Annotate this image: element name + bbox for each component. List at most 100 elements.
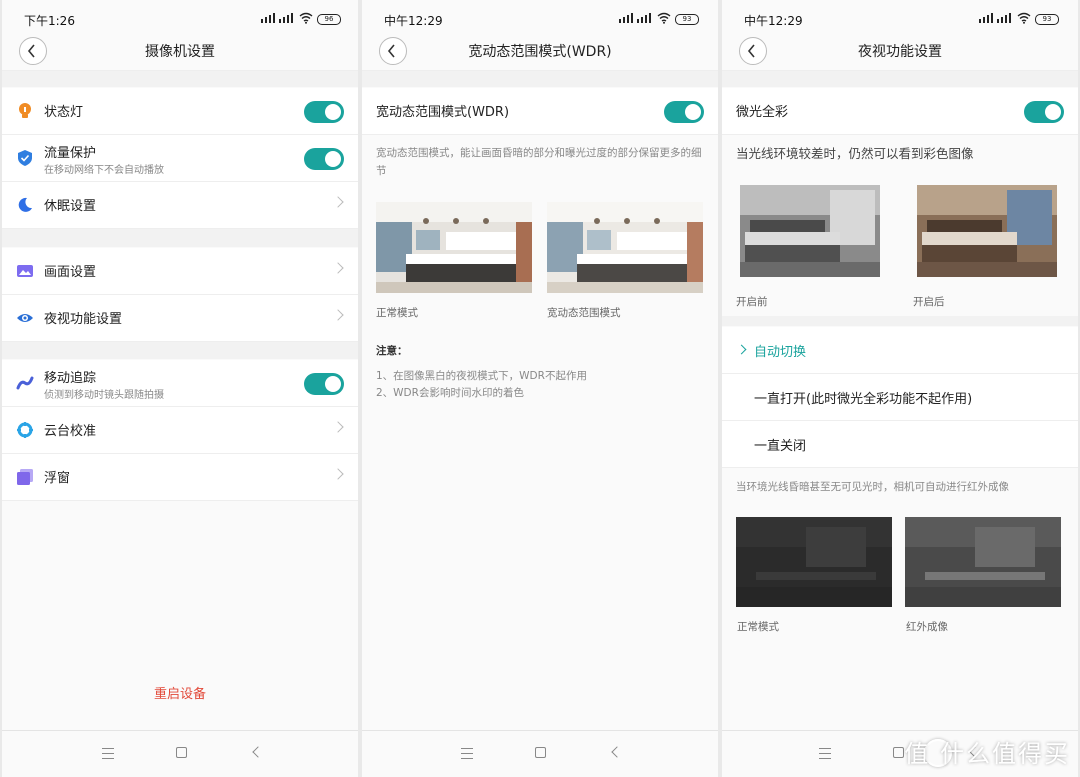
section-gap xyxy=(2,342,358,359)
section-gap xyxy=(2,229,358,247)
nav-back-icon[interactable] xyxy=(611,746,623,758)
image-caption: 宽动态范围模式 xyxy=(547,307,621,319)
option-label: 一直打开(此时微光全彩功能不起作用) xyxy=(754,392,973,407)
menu-icon[interactable] xyxy=(461,748,473,759)
image-caption: 开启后 xyxy=(913,296,945,308)
camera-settings-screen: 下午1:26 96 摄像机设置 状态灯 流量保护 在移动网络下不会自动播放 休眠… xyxy=(2,0,358,777)
normal-mode-image xyxy=(376,202,532,293)
row-ptz-calibration[interactable]: 云台校准 xyxy=(2,407,358,454)
signal-icon xyxy=(261,13,275,23)
app-header: 摄像机设置 xyxy=(2,36,358,71)
row-night-vision[interactable]: 夜视功能设置 xyxy=(2,295,358,342)
image-caption: 红外成像 xyxy=(906,621,948,633)
signal-icon xyxy=(637,13,651,23)
motion-tracking-toggle[interactable] xyxy=(304,373,344,395)
image-caption: 开启前 xyxy=(736,296,768,308)
chevron-right-icon xyxy=(332,196,344,208)
row-label: 流量保护 xyxy=(44,146,97,161)
wifi-icon xyxy=(1017,12,1031,24)
notes-title: 注意： xyxy=(376,345,408,357)
menu-icon[interactable] xyxy=(819,748,831,759)
low-light-description: 当光线环境较差时，仍然可以看到彩色图像 xyxy=(736,146,974,161)
row-label: 夜视功能设置 xyxy=(44,312,123,327)
image-caption: 正常模式 xyxy=(376,307,418,319)
traffic-protection-toggle[interactable] xyxy=(304,148,344,170)
option-auto-switch[interactable]: 自动切换 xyxy=(722,327,1078,374)
nav-back-icon[interactable] xyxy=(252,746,264,758)
row-low-light-color[interactable]: 微光全彩 xyxy=(722,88,1078,135)
row-float-window[interactable]: 浮窗 xyxy=(2,454,358,501)
page-title: 摄像机设置 xyxy=(145,44,215,60)
app-header: 夜视功能设置 xyxy=(722,36,1078,71)
option-always-on[interactable]: 一直打开(此时微光全彩功能不起作用) xyxy=(722,374,1078,421)
eye-icon xyxy=(17,314,33,322)
status-time: 中午12:29 xyxy=(744,14,803,28)
wifi-icon xyxy=(657,12,671,24)
ir-normal-image xyxy=(736,517,892,607)
row-traffic-protection[interactable]: 流量保护 在移动网络下不会自动播放 xyxy=(2,135,358,182)
system-nav-bar xyxy=(2,730,358,777)
signal-icon xyxy=(619,13,633,23)
row-label: 云台校准 xyxy=(44,424,97,439)
system-nav-bar xyxy=(362,730,718,777)
restart-device-button[interactable]: 重启设备 xyxy=(2,683,358,702)
chevron-right-icon xyxy=(736,344,747,355)
wdr-toggle[interactable] xyxy=(664,101,704,123)
picture-icon xyxy=(17,265,33,277)
tracking-icon xyxy=(16,376,34,390)
row-label: 休眠设置 xyxy=(44,199,97,214)
chevron-right-icon xyxy=(332,421,344,433)
app-header: 宽动态范围模式(WDR) xyxy=(362,36,718,71)
row-label: 移动追踪 xyxy=(44,371,97,386)
lightbulb-icon xyxy=(19,103,31,118)
wifi-icon xyxy=(299,12,313,24)
chevron-right-icon xyxy=(332,309,344,321)
ptz-icon xyxy=(17,422,33,438)
row-wdr[interactable]: 宽动态范围模式(WDR) xyxy=(362,88,718,135)
watermark: 值 什么值得买 xyxy=(904,740,1070,768)
page-title: 宽动态范围模式(WDR) xyxy=(468,44,612,60)
note-line: 1、在图像黑白的夜视模式下，WDR不起作用 xyxy=(376,370,587,382)
section-gap xyxy=(722,71,1078,87)
signal-icon xyxy=(979,13,993,23)
ir-image xyxy=(905,517,1061,607)
row-sleep-settings[interactable]: 休眠设置 xyxy=(2,182,358,229)
home-icon[interactable] xyxy=(893,747,904,758)
after-image xyxy=(917,185,1057,277)
night-vision-screen: 中午12:29 93 夜视功能设置 微光全彩 当光线环境较差时，仍然可以看到彩色… xyxy=(722,0,1078,777)
chevron-right-icon xyxy=(332,468,344,480)
image-caption: 正常模式 xyxy=(737,621,779,633)
signal-icon xyxy=(279,13,293,23)
row-motion-tracking[interactable]: 移动追踪 侦测到移动时镜头跟随拍摄 xyxy=(2,360,358,407)
page-title: 夜视功能设置 xyxy=(858,44,942,60)
home-icon[interactable] xyxy=(535,747,546,758)
wdr-settings-screen: 中午12:29 93 宽动态范围模式(WDR) 宽动态范围模式(WDR) 宽动态… xyxy=(362,0,718,777)
row-label: 画面设置 xyxy=(44,265,97,280)
status-time: 下午1:26 xyxy=(24,14,75,28)
section-gap xyxy=(722,316,1078,326)
float-window-icon xyxy=(17,469,33,485)
low-light-color-toggle[interactable] xyxy=(1024,101,1064,123)
option-always-off[interactable]: 一直关闭 xyxy=(722,421,1078,468)
row-sublabel: 侦测到移动时镜头跟随拍摄 xyxy=(44,390,164,401)
note-line: 2、WDR会影响时间水印的着色 xyxy=(376,387,524,399)
option-label: 一直关闭 xyxy=(754,439,807,454)
home-icon[interactable] xyxy=(176,747,187,758)
wdr-description: 宽动态范围模式，能让画面昏暗的部分和曝光过度的部分保留更多的细节 xyxy=(376,147,702,177)
signal-icon xyxy=(997,13,1011,23)
row-label: 宽动态范围模式(WDR) xyxy=(376,105,510,120)
row-sublabel: 在移动网络下不会自动播放 xyxy=(44,165,164,176)
menu-icon[interactable] xyxy=(102,748,114,759)
status-time: 中午12:29 xyxy=(384,14,443,28)
chevron-right-icon xyxy=(332,262,344,274)
shield-icon xyxy=(18,150,32,166)
status-bar: 中午12:29 93 xyxy=(362,0,718,38)
section-gap xyxy=(2,71,358,87)
row-status-light[interactable]: 状态灯 xyxy=(2,88,358,135)
row-label: 浮窗 xyxy=(44,471,71,486)
moon-icon xyxy=(18,197,32,212)
status-light-toggle[interactable] xyxy=(304,101,344,123)
before-image xyxy=(740,185,880,277)
row-label: 微光全彩 xyxy=(736,105,789,120)
row-picture-settings[interactable]: 画面设置 xyxy=(2,248,358,295)
